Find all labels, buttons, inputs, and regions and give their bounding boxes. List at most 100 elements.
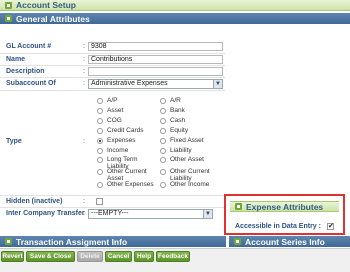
hidden-label: Hidden (inactive): [6, 198, 63, 205]
type-right-option[interactable]: Bank: [160, 107, 222, 114]
type-right-option[interactable]: Cash: [160, 117, 222, 124]
section-icon: [235, 203, 242, 210]
row-divider: [0, 77, 225, 78]
radio-button[interactable]: [97, 97, 103, 104]
chevron-down-icon[interactable]: ▼: [203, 210, 212, 218]
button-bar: Revert Save & Close Delete Cancel Help F…: [0, 248, 350, 272]
row-divider: [0, 207, 225, 208]
row-divider: [0, 90, 225, 91]
type-right-option[interactable]: Other Asset: [160, 156, 222, 163]
radio-button[interactable]: [97, 168, 103, 175]
radio-button[interactable]: [160, 181, 166, 188]
gl-account-input[interactable]: 9308: [88, 42, 223, 51]
radio-label: Fixed Asset: [170, 137, 204, 144]
radio-label: Equity: [170, 127, 189, 134]
cancel-button[interactable]: Cancel: [105, 251, 132, 262]
radio-label: A/R: [170, 97, 181, 104]
radio-label: Bank: [170, 107, 185, 114]
type-left-option[interactable]: Asset: [97, 107, 159, 114]
delete-button[interactable]: Delete: [77, 251, 103, 262]
colon: :: [83, 198, 85, 205]
type-left-option[interactable]: COG: [97, 117, 159, 124]
radio-button[interactable]: [97, 137, 103, 144]
radio-button[interactable]: [160, 107, 166, 114]
type-right-option[interactable]: Liability: [160, 147, 222, 154]
radio-button[interactable]: [97, 147, 103, 154]
radio-label: COG: [107, 117, 122, 124]
window-header: Account Setup: [0, 0, 350, 11]
type-right-option[interactable]: Fixed Asset: [160, 137, 222, 144]
transaction-info-title: Transaction Assigment Info: [16, 236, 128, 247]
radio-button[interactable]: [160, 127, 166, 134]
radio-label: Asset: [107, 107, 124, 114]
radio-button[interactable]: [97, 107, 103, 114]
intercompany-value: ---EMPTY---: [91, 210, 129, 217]
radio-label: Other Expenses: [107, 181, 154, 188]
save-close-button[interactable]: Save & Close: [26, 251, 75, 262]
radio-label: A/P: [107, 97, 118, 104]
radio-button[interactable]: [160, 156, 166, 163]
type-left-option[interactable]: Other Expenses: [97, 181, 159, 188]
subaccount-value: Administrative Expenses: [91, 80, 168, 87]
accessible-checkbox[interactable]: [327, 222, 334, 230]
radio-label: Other Income: [170, 181, 210, 188]
radio-label: Other Current Liability: [170, 168, 210, 182]
type-right-option[interactable]: A/R: [160, 97, 222, 104]
hidden-checkbox[interactable]: [96, 198, 103, 205]
feedback-button[interactable]: Feedback: [156, 251, 190, 262]
radio-label: Other Current Asset: [107, 168, 147, 182]
colon: :: [83, 210, 85, 217]
expense-attributes-panel: Expense Attributes Accessible in Data En…: [224, 194, 345, 235]
radio-button[interactable]: [97, 117, 103, 124]
intercompany-label: Inter Company Transfer: [6, 210, 85, 217]
type-label: Type: [6, 138, 22, 145]
type-right-option[interactable]: Equity: [160, 127, 222, 134]
radio-button[interactable]: [160, 97, 166, 104]
account-series-header[interactable]: Account Series Info: [229, 236, 350, 247]
type-left-option[interactable]: A/P: [97, 97, 159, 104]
chevron-down-icon[interactable]: ▼: [213, 80, 222, 88]
transaction-info-header[interactable]: Transaction Assigment Info: [0, 236, 226, 247]
general-attributes-header[interactable]: General Attributes: [0, 13, 350, 24]
row-divider: [0, 65, 225, 66]
row-divider: [0, 53, 225, 54]
radio-button[interactable]: [97, 156, 103, 163]
expense-attributes-title: Expense Attributes: [246, 201, 324, 212]
radio-label: Other Asset: [170, 156, 204, 163]
colon: :: [83, 68, 85, 75]
radio-button[interactable]: [160, 117, 166, 124]
type-left-option[interactable]: Income: [97, 147, 159, 154]
section-icon: [234, 238, 241, 245]
name-input[interactable]: Contributions: [88, 55, 223, 64]
gl-account-label: GL Account #: [6, 43, 52, 50]
subaccount-select[interactable]: Administrative Expenses ▼: [88, 79, 223, 89]
description-input[interactable]: [88, 67, 223, 76]
colon: :: [83, 56, 85, 63]
radio-button[interactable]: [160, 147, 166, 154]
expense-attributes-header[interactable]: Expense Attributes: [230, 201, 339, 212]
colon: :: [83, 43, 85, 50]
radio-label: Credit Cards: [107, 127, 144, 134]
type-right-option[interactable]: Other Income: [160, 181, 222, 188]
window-title: Account Setup: [16, 0, 76, 10]
radio-label: Cash: [170, 117, 186, 124]
radio-button[interactable]: [160, 168, 166, 175]
section-icon: [5, 15, 12, 22]
type-right-option[interactable]: Other Current Liability: [160, 168, 222, 182]
colon: :: [83, 80, 85, 87]
type-left-option[interactable]: Credit Cards: [97, 127, 159, 134]
account-series-title: Account Series Info: [245, 236, 325, 247]
row-divider: [0, 195, 225, 196]
type-left-option[interactable]: Other Current Asset: [97, 168, 159, 182]
radio-button[interactable]: [97, 181, 103, 188]
radio-button[interactable]: [97, 127, 103, 134]
section-icon: [5, 238, 12, 245]
panel-icon: [5, 1, 12, 9]
radio-label: Income: [107, 147, 129, 154]
intercompany-select[interactable]: ---EMPTY--- ▼: [88, 209, 213, 219]
type-left-option[interactable]: Expenses: [97, 137, 159, 144]
revert-button[interactable]: Revert: [1, 251, 24, 262]
help-button[interactable]: Help: [134, 251, 154, 262]
radio-label: Expenses: [107, 137, 136, 144]
radio-button[interactable]: [160, 137, 166, 144]
